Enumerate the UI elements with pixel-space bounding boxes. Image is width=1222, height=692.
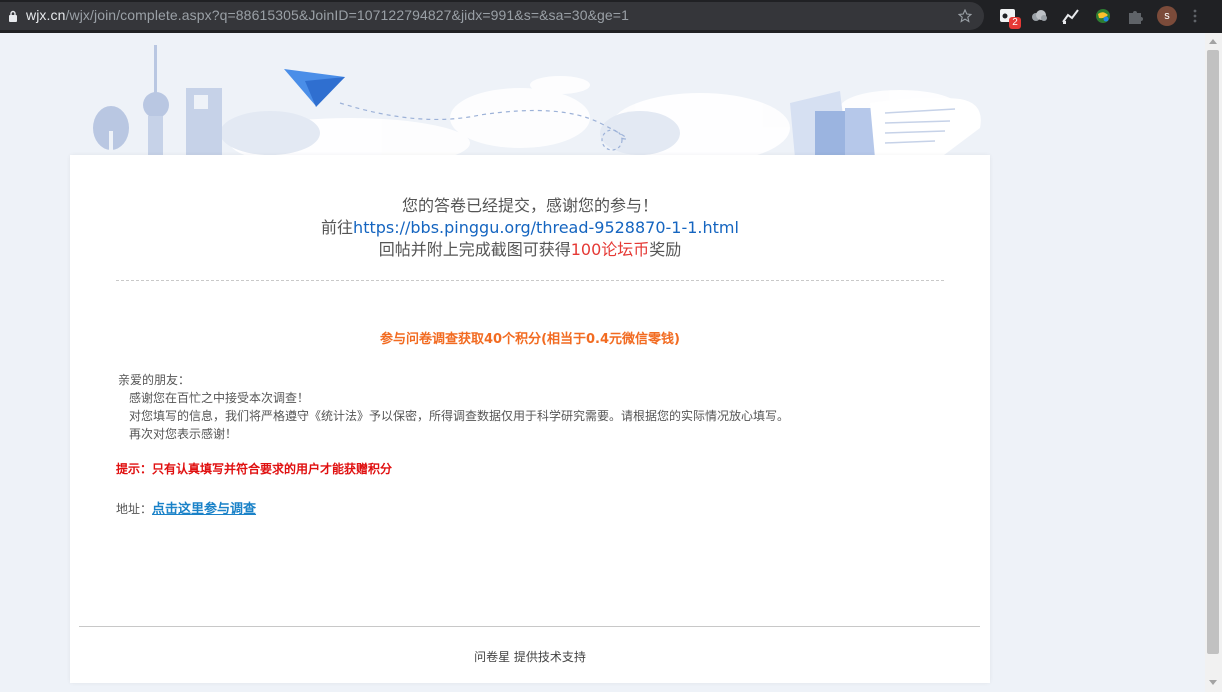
survey-letter: 亲爱的朋友： 感谢您在百忙之中接受本次调查！ 对您填写的信息，我们将严格遵守《统… [118, 371, 789, 443]
scroll-down-arrow-icon[interactable] [1209, 680, 1217, 686]
completion-message: 您的答卷已经提交，感谢您的参与！ 前往https://bbs.pinggu.or… [70, 195, 990, 261]
reward-title: 参与问卷调查获取40个积分(相当于0.4元微信零钱) [379, 332, 680, 347]
letter-paragraph: 感谢您在百忙之中接受本次调查！ [129, 391, 310, 405]
forum-thread-link[interactable]: https://bbs.pinggu.org/thread-9528870-1-… [353, 218, 739, 237]
extension-badge: 2 [1009, 17, 1021, 29]
globe-extension-icon[interactable] [1093, 6, 1113, 26]
address-bar[interactable]: wjx.cn/wjx/join/complete.aspx?q=88615305… [0, 2, 984, 30]
survey-link[interactable]: 点击这里参与调查 [152, 502, 256, 517]
lock-icon [9, 10, 17, 22]
forum-link-prefix: 前往 [321, 218, 354, 237]
thank-you-text: 您的答卷已经提交，感谢您的参与！ [401, 196, 658, 215]
url-host: wjx.cn [26, 7, 66, 23]
cloud-extension-icon[interactable] [1029, 6, 1049, 26]
survey-address: 地址：点击这里参与调查 [116, 498, 256, 517]
url-text[interactable]: wjx.cn/wjx/join/complete.aspx?q=88615305… [26, 7, 629, 23]
profile-avatar[interactable]: s [1157, 6, 1177, 26]
footer: 问卷星 提供技术支持 [70, 648, 990, 665]
page-viewport: 您的答卷已经提交，感谢您的参与！ 前往https://bbs.pinggu.or… [0, 33, 1205, 692]
chart-extension-icon[interactable] [1061, 6, 1081, 26]
divider [116, 280, 944, 281]
completion-card: 您的答卷已经提交，感谢您的参与！ 前往https://bbs.pinggu.or… [70, 155, 990, 683]
menu-dots-icon[interactable] [1193, 8, 1197, 24]
puzzle-extensions-icon[interactable] [1125, 6, 1145, 26]
letter-paragraph: 再次对您表示感谢！ [129, 427, 238, 441]
address-label: 地址： [116, 502, 153, 516]
bookmark-star-icon[interactable] [958, 9, 972, 23]
letter-paragraph: 对您填写的信息，我们将严格遵守《统计法》予以保密，所得调查数据仅用于科学研究需要… [129, 409, 790, 423]
reward-line-prefix: 回帖并附上完成截图可获得 [378, 240, 571, 259]
header-illustration [93, 45, 981, 163]
scrollbar-thumb[interactable] [1207, 50, 1219, 654]
footer-divider [79, 626, 980, 627]
reward-amount: 100论坛币 [570, 240, 650, 259]
reward-line: 回帖并附上完成截图可获得100论坛币奖励 [70, 239, 990, 261]
forum-link-line: 前往https://bbs.pinggu.org/thread-9528870-… [70, 217, 990, 239]
tip-text: 提示：只有认真填写并符合要求的用户才能获赠积分 [116, 462, 393, 476]
scroll-up-arrow-icon[interactable] [1209, 38, 1217, 44]
letter-greeting: 亲爱的朋友： [118, 373, 191, 387]
footer-text: 提供技术支持 [510, 650, 586, 664]
url-path: /wjx/join/complete.aspx?q=88615305&JoinI… [65, 7, 629, 23]
reward-line-suffix: 奖励 [649, 240, 682, 259]
browser-toolbar: wjx.cn/wjx/join/complete.aspx?q=88615305… [0, 0, 1222, 33]
footer-brand-link[interactable]: 问卷星 [474, 650, 510, 664]
